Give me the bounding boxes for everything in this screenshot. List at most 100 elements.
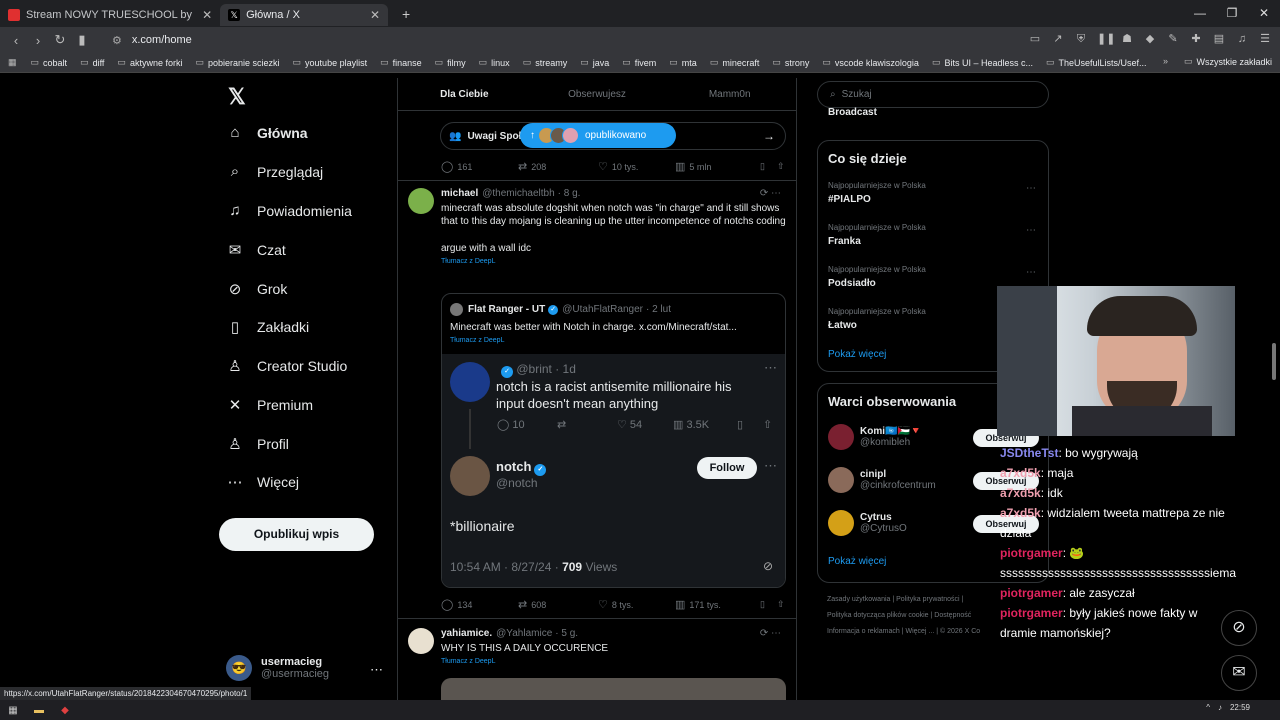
minimize-icon[interactable]: — — [1184, 0, 1216, 27]
footer-link[interactable]: Polityka prywatności — [896, 596, 959, 603]
bookmark-item[interactable]: ▭ linux — [479, 57, 510, 68]
reply-button[interactable]: ◯ 134 — [441, 598, 518, 611]
trend-item[interactable]: Najpopularniejsze w Polska Franka — [828, 223, 926, 247]
bookmark-item[interactable]: ▭ mta — [669, 57, 697, 68]
footer-link[interactable]: Więcej ... — [905, 628, 934, 635]
search-input[interactable]: ⌕ Szukaj — [817, 81, 1049, 108]
reload-icon[interactable]: ↻ — [50, 32, 70, 48]
repost-button[interactable]: ⇄ 208 — [518, 160, 598, 173]
extension2-icon[interactable]: ◆ — [1143, 32, 1157, 46]
nav-item-creator[interactable]: ♙ Creator Studio — [226, 357, 347, 375]
volume-icon[interactable]: ♪ — [1218, 703, 1222, 712]
shield-icon[interactable]: ⛨ — [1074, 32, 1088, 46]
show-more-link[interactable]: Pokaż więcej — [828, 556, 886, 567]
bookmark-icon[interactable]: ▯ — [760, 161, 765, 172]
menu-icon[interactable]: ☰ — [1258, 32, 1272, 46]
bookmark-item[interactable]: ▭ strony — [772, 57, 809, 68]
trend-item[interactable]: Najpopularniejsze w Polska Podsiadło — [828, 265, 926, 289]
show-more-link[interactable]: Pokaż więcej — [828, 349, 886, 360]
back-icon[interactable]: ‹ — [6, 33, 26, 48]
tray-chevron-icon[interactable]: ^ — [1206, 703, 1210, 712]
url-field[interactable]: ⚙ x.com/home — [112, 34, 192, 47]
bookmark-item[interactable]: ▭ fivem — [622, 57, 656, 68]
media-icon[interactable]: ♫ — [1235, 32, 1249, 46]
browser-taskbar-icon[interactable]: ◆ — [52, 705, 78, 716]
bookmark-item[interactable]: ▭ pobieranie sciezki — [195, 57, 279, 68]
tab-mammon[interactable]: Mamm0n — [663, 78, 796, 110]
more-icon[interactable]: ⋯ — [1026, 183, 1036, 194]
close-window-icon[interactable]: ✕ — [1248, 0, 1280, 27]
nav-item-search[interactable]: ⌕ Przeglądaj — [226, 163, 323, 180]
new-tab-icon[interactable]: + — [402, 6, 410, 22]
footer-link[interactable]: Informacja o reklamach — [827, 628, 900, 635]
pause-icon[interactable]: ❚❚ — [1097, 32, 1115, 46]
tab-for-you[interactable]: Dla Ciebie — [398, 78, 531, 110]
grok-fab-icon[interactable]: ⊘ — [1221, 610, 1257, 646]
extension-icon[interactable]: ☗ — [1120, 32, 1134, 46]
puzzle-icon[interactable]: ✚ — [1189, 32, 1203, 46]
apps-icon[interactable]: ▦ — [8, 57, 17, 68]
browser-tab-stream[interactable]: Stream NOWY TRUESCHOOL by ✕ — [0, 4, 220, 26]
sidebar-icon[interactable]: ▤ — [1212, 32, 1226, 46]
post-handle[interactable]: @themichaeltbh — [482, 188, 554, 199]
footer-link[interactable]: Dostępność — [934, 612, 971, 619]
more-icon[interactable]: ⋯ — [1026, 267, 1036, 278]
pen-icon[interactable]: ✎ — [1166, 32, 1180, 46]
bookmark-item[interactable]: ▭ filmy — [435, 57, 466, 68]
trend-item[interactable]: Najpopularniejsze w Polska #PIALPO — [828, 181, 926, 205]
post-time[interactable]: · 5 g. — [555, 628, 578, 639]
close-tab-icon[interactable]: ✕ — [370, 8, 380, 22]
like-button[interactable]: ♡ 8 tys. — [598, 598, 675, 611]
bookmark-item[interactable]: ▭ TheUsefulLists/Usef... — [1046, 57, 1147, 68]
bookmark-item[interactable]: ▭ cobalt — [31, 57, 68, 68]
translate-link[interactable]: Tłumacz z DeepL — [450, 337, 504, 344]
bookmark-item[interactable]: ▭ Bits UI – Headless c... — [932, 57, 1033, 68]
nav-item-grok[interactable]: ⊘ Grok — [226, 280, 288, 298]
avatar[interactable] — [408, 628, 434, 654]
reply-button[interactable]: ◯ 161 — [441, 160, 518, 173]
nav-item-more[interactable]: ⋯ Więcej — [226, 473, 300, 491]
more-bookmarks-icon[interactable]: » — [1163, 56, 1168, 66]
nav-item-mail[interactable]: ✉ Czat — [226, 241, 286, 259]
bookmark-icon[interactable]: ▯ — [760, 599, 765, 610]
quoted-post[interactable]: Flat Ranger - UT ✓ @UtahFlatRanger · 2 l… — [441, 293, 786, 588]
share-icon[interactable]: ↗ — [1051, 32, 1065, 46]
more-icon[interactable]: ⟳ ⋯ — [760, 188, 781, 199]
bookmark-item[interactable]: ▭ vscode klawiszologia — [822, 57, 919, 68]
repost-button[interactable]: ⇄ 608 — [518, 598, 598, 611]
broadcast-label[interactable]: Broadcast — [828, 107, 877, 118]
nav-item-home[interactable]: ⌂ Główna — [226, 124, 307, 141]
all-bookmarks[interactable]: ▭ Wszystkie zakładki — [1184, 56, 1272, 67]
new-posts-pill[interactable]: ↑ opublikowano — [520, 123, 676, 148]
tab-following[interactable]: Obserwujesz — [531, 78, 664, 110]
footer-link[interactable]: Zasady użytkowania — [827, 596, 890, 603]
bookmark-page-icon[interactable]: ▮ — [72, 32, 92, 48]
translate-link[interactable]: Tłumacz z DeepL — [441, 658, 786, 665]
forward-icon[interactable]: › — [28, 33, 48, 48]
messages-fab-icon[interactable]: ✉ — [1221, 655, 1257, 691]
avatar[interactable] — [408, 188, 434, 214]
site-info-icon[interactable]: ⚙ — [112, 34, 122, 47]
share-icon[interactable]: ⇧ — [777, 161, 785, 172]
post-handle[interactable]: @Yahlamice — [496, 628, 552, 639]
nav-item-bookmark[interactable]: ▯ Zakładki — [226, 318, 309, 336]
x-logo-icon[interactable]: 𝕏 — [228, 84, 246, 110]
nav-item-bell[interactable]: ♫ Powiadomienia — [226, 202, 352, 219]
account-switcher[interactable]: 😎 usermacieg @usermacieg — [226, 655, 329, 681]
file-explorer-icon[interactable]: ▬ — [26, 705, 52, 716]
post-author[interactable]: michael — [441, 188, 478, 199]
nav-item-x-premium[interactable]: ✕ Premium — [226, 396, 313, 414]
trend-item[interactable]: Najpopularniejsze w Polska Łatwo — [828, 307, 926, 331]
cast-icon[interactable]: ▭ — [1028, 32, 1042, 46]
bookmark-item[interactable]: ▭ finanse — [380, 57, 422, 68]
like-button[interactable]: ♡ 10 tys. — [598, 160, 675, 173]
translate-link[interactable]: Tłumacz z DeepL — [441, 258, 786, 265]
post-author[interactable]: yahiamice. — [441, 628, 492, 639]
bookmark-item[interactable]: ▭ diff — [80, 57, 104, 68]
bookmark-item[interactable]: ▭ youtube playlist — [293, 57, 368, 68]
clock[interactable]: 22:59 — [1230, 703, 1250, 712]
views-button[interactable]: ▥ 5 mln — [675, 160, 760, 173]
footer-link[interactable]: Polityka dotycząca plików cookie — [827, 612, 929, 619]
scrollbar[interactable] — [1272, 343, 1276, 380]
bookmark-item[interactable]: ▭ streamy — [523, 57, 568, 68]
